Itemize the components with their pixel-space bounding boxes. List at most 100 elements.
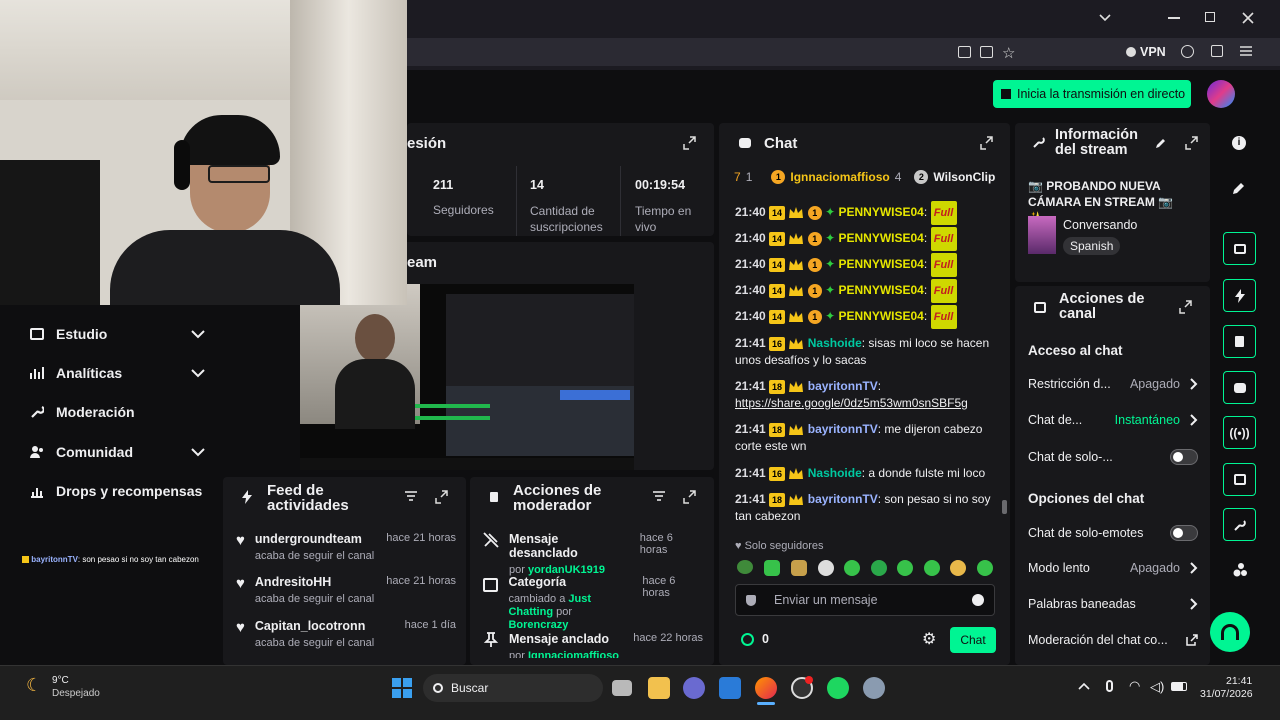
store-icon[interactable]: [719, 677, 741, 699]
chat-message[interactable]: 21:41 16 Nashoide: a donde fulste mi loc…: [735, 465, 997, 482]
emote-icon[interactable]: [764, 560, 780, 576]
emote-bar[interactable]: [737, 560, 997, 576]
chat-nick[interactable]: PENNYWISE04: [838, 283, 923, 297]
close-window-icon[interactable]: [1241, 11, 1255, 25]
rail-edit-icon[interactable]: [1232, 181, 1246, 195]
channel-points[interactable]: 0: [741, 632, 769, 646]
chat-message[interactable]: 21:40 14 1 ✦ PENNYWISE04: Full: [735, 201, 997, 225]
wifi-icon[interactable]: ◠: [1129, 678, 1140, 694]
file-explorer-icon[interactable]: [648, 677, 670, 699]
setting-row[interactable]: Restricción d... Apagado: [1028, 377, 1198, 391]
chat-message[interactable]: 21:40 14 1 ✦ PENNYWISE04: Full: [735, 279, 997, 303]
send-chat-button[interactable]: Chat: [950, 627, 996, 653]
filter-icon[interactable]: [653, 491, 665, 501]
popout-icon[interactable]: [979, 136, 993, 150]
chat-link[interactable]: https://share.google/0dz5m53wm0snSBF5g: [735, 396, 968, 410]
popout-icon[interactable]: [682, 136, 696, 150]
taskbar-search[interactable]: Buscar: [423, 674, 603, 702]
settings-app-icon[interactable]: [863, 677, 885, 699]
list-item[interactable]: ♥ AndresitoHH acaba de seguir el canal ha…: [236, 575, 456, 605]
chat-nick[interactable]: Nashoide: [808, 466, 862, 480]
moderator-name[interactable]: Borencrazy: [508, 619, 568, 631]
chat-message[interactable]: 21:40 14 1 ✦ PENNYWISE04: Full: [735, 305, 997, 329]
list-item[interactable]: Mensaje anclado por Ignnaciomaffioso hac…: [483, 632, 703, 658]
setting-row[interactable]: Chat de solo-emotes: [1028, 525, 1198, 541]
chat-nick[interactable]: bayritonnTV: [808, 422, 878, 436]
stream-preview-video[interactable]: [300, 284, 634, 470]
weather-icon[interactable]: ☾: [26, 675, 42, 696]
chat-message[interactable]: 21:41 18 bayritonnTV: son pesao si no so…: [735, 491, 997, 525]
chat-message[interactable]: 21:40 14 1 ✦ PENNYWISE04: Full: [735, 253, 997, 277]
help-fab[interactable]: [1210, 612, 1250, 652]
emote-icon[interactable]: [924, 560, 940, 576]
chat-nick[interactable]: PENNYWISE04: [838, 231, 923, 245]
moderator-name[interactable]: Ignnaciomaffioso: [528, 650, 619, 658]
volume-icon[interactable]: ◁): [1150, 679, 1164, 695]
screenshot-icon[interactable]: [958, 46, 971, 58]
chat-nick[interactable]: PENNYWISE04: [838, 309, 923, 323]
menu-icon[interactable]: [1240, 45, 1252, 57]
emote-icon[interactable]: [897, 560, 913, 576]
popout-icon[interactable]: [1178, 300, 1192, 314]
microphone-icon[interactable]: [1106, 680, 1113, 692]
emote-icon[interactable]: [950, 560, 966, 576]
chat-leaderboard[interactable]: 7 1 1 Ignnaciomaffioso 4 2 WilsonClip: [734, 170, 1004, 184]
task-view-icon[interactable]: [612, 680, 632, 696]
rail-button-broadcast[interactable]: ((•)): [1223, 416, 1256, 449]
chat-scrollbar[interactable]: [1002, 500, 1007, 514]
battery-icon[interactable]: [1171, 682, 1187, 691]
sidebar-item-analytics[interactable]: Analíticas: [30, 361, 205, 385]
emote-icon[interactable]: [737, 560, 753, 574]
chat-message[interactable]: 21:41 16 Nashoide: sisas mi loco se hace…: [735, 335, 997, 369]
emote-icon[interactable]: [791, 560, 807, 576]
firefox-icon[interactable]: [755, 677, 777, 699]
stream-category[interactable]: Conversando: [1063, 218, 1137, 232]
chat-nick[interactable]: PENNYWISE04: [838, 205, 923, 219]
avatar[interactable]: [1207, 80, 1235, 108]
list-item[interactable]: Categoría cambiado a Just Chatting por B…: [483, 575, 703, 632]
chat-nick[interactable]: PENNYWISE04: [838, 257, 923, 271]
emote-icon[interactable]: [844, 560, 860, 576]
setting-row[interactable]: Palabras baneadas: [1028, 597, 1198, 611]
chat-message[interactable]: 21:41 18 bayritonnTV: https://share.goog…: [735, 378, 997, 412]
emoji-icon[interactable]: [972, 594, 984, 606]
start-button[interactable]: [392, 678, 412, 698]
rail-button-clip[interactable]: [1223, 232, 1256, 265]
reader-icon[interactable]: [980, 46, 993, 58]
emote-icon[interactable]: [977, 560, 993, 576]
chat-nick[interactable]: bayritonnTV: [808, 379, 878, 393]
chat-input[interactable]: Enviar un mensaje: [735, 584, 995, 616]
setting-row[interactable]: Modo lento Apagado: [1028, 561, 1198, 575]
chat-nick[interactable]: Nashoide: [808, 336, 862, 350]
edit-icon[interactable]: [1155, 137, 1167, 149]
vpn-button[interactable]: VPN: [1126, 45, 1166, 59]
sidebar-item-studio[interactable]: Estudio: [30, 322, 205, 346]
popout-icon[interactable]: [682, 490, 696, 504]
language-tag[interactable]: Spanish: [1063, 237, 1121, 255]
chat-nick[interactable]: bayritonnTV: [808, 492, 878, 506]
setting-row[interactable]: Chat de solo-...: [1028, 449, 1198, 465]
chat-message[interactable]: 21:41 18 bayritonnTV: me dijeron cabezo …: [735, 421, 997, 455]
restore-icon[interactable]: [1205, 12, 1215, 22]
sidebar-item-moderation[interactable]: Moderación: [30, 400, 205, 424]
filter-icon[interactable]: [405, 491, 417, 501]
teams-icon[interactable]: [683, 677, 705, 699]
rail-button-boost[interactable]: [1223, 279, 1256, 312]
emote-icon[interactable]: [871, 560, 887, 576]
info-icon[interactable]: i: [1232, 136, 1246, 150]
chat-message[interactable]: 21:40 14 1 ✦ PENNYWISE04: Full: [735, 227, 997, 251]
rail-button-log[interactable]: [1223, 325, 1256, 358]
minimize-chevron-icon[interactable]: [1098, 11, 1112, 25]
rail-button-moderation[interactable]: [1223, 508, 1256, 541]
minimize-icon[interactable]: [1168, 17, 1180, 19]
sidebar-item-community[interactable]: Comunidad: [30, 440, 205, 464]
chat-settings-icon[interactable]: ⚙: [922, 632, 936, 648]
bookmark-star-icon[interactable]: ☆: [1002, 44, 1015, 62]
rail-button-chat[interactable]: [1223, 371, 1256, 404]
go-live-button[interactable]: Inicia la transmisión en directo: [993, 80, 1191, 108]
extensions-icon[interactable]: [1211, 45, 1223, 57]
setting-row[interactable]: Chat de... Instantáneo: [1028, 413, 1198, 427]
popout-icon[interactable]: [434, 490, 448, 504]
extensions-rail-icon[interactable]: [1232, 562, 1248, 578]
sidebar-item-drops[interactable]: Drops y recompensas: [30, 479, 205, 503]
